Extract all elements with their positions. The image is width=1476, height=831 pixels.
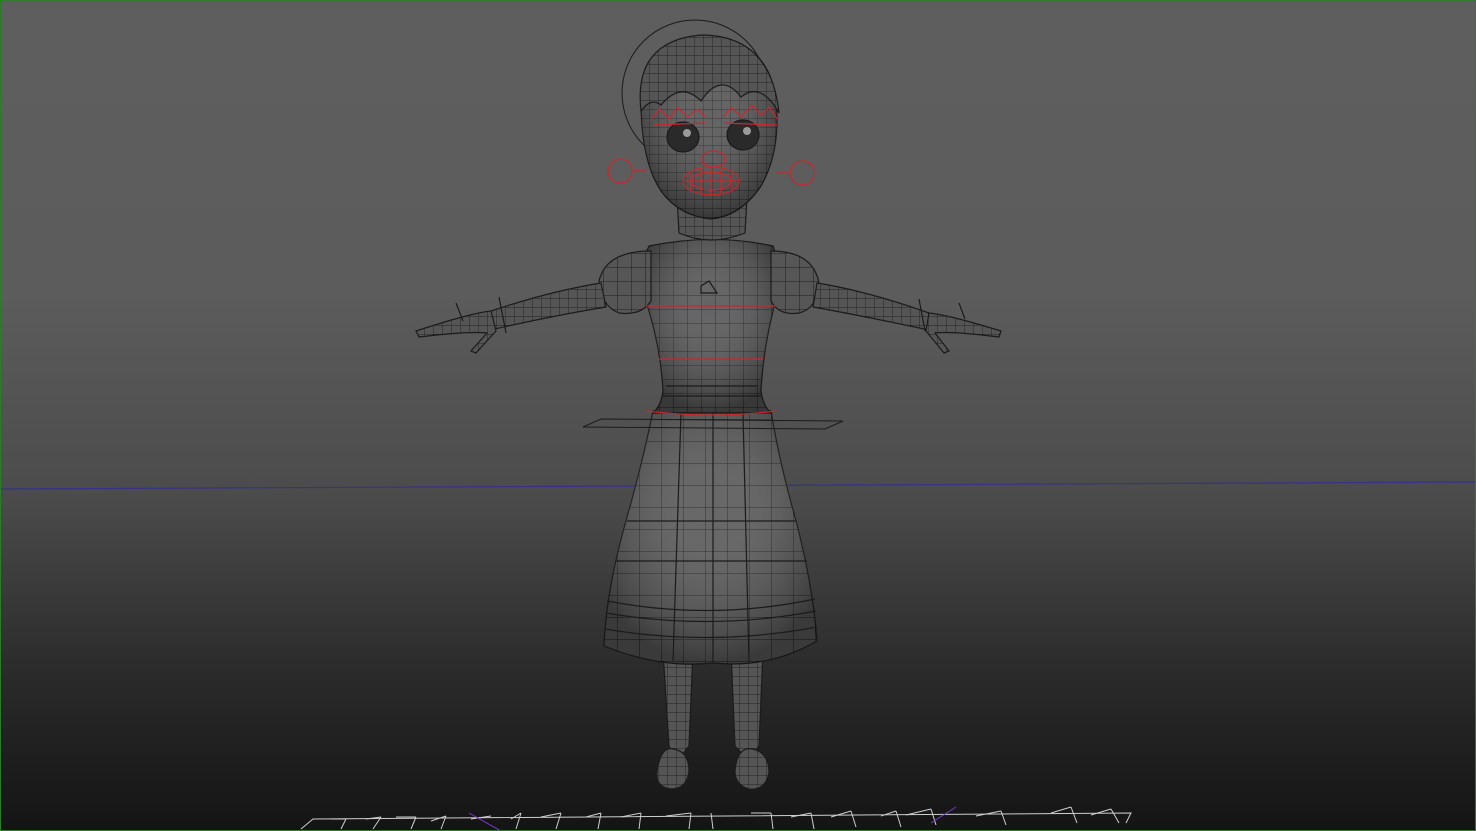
scene-canvas[interactable] — [1, 1, 1476, 831]
ground-grid — [300, 806, 1132, 830]
character-torso[interactable] — [641, 238, 779, 414]
mouth-controls[interactable] — [682, 166, 740, 196]
left-eye — [666, 121, 700, 153]
character-dress-skirt[interactable] — [603, 410, 818, 665]
character-legs[interactable] — [656, 650, 770, 790]
character-model[interactable] — [415, 19, 1002, 790]
maya-3d-viewport[interactable] — [0, 0, 1476, 831]
